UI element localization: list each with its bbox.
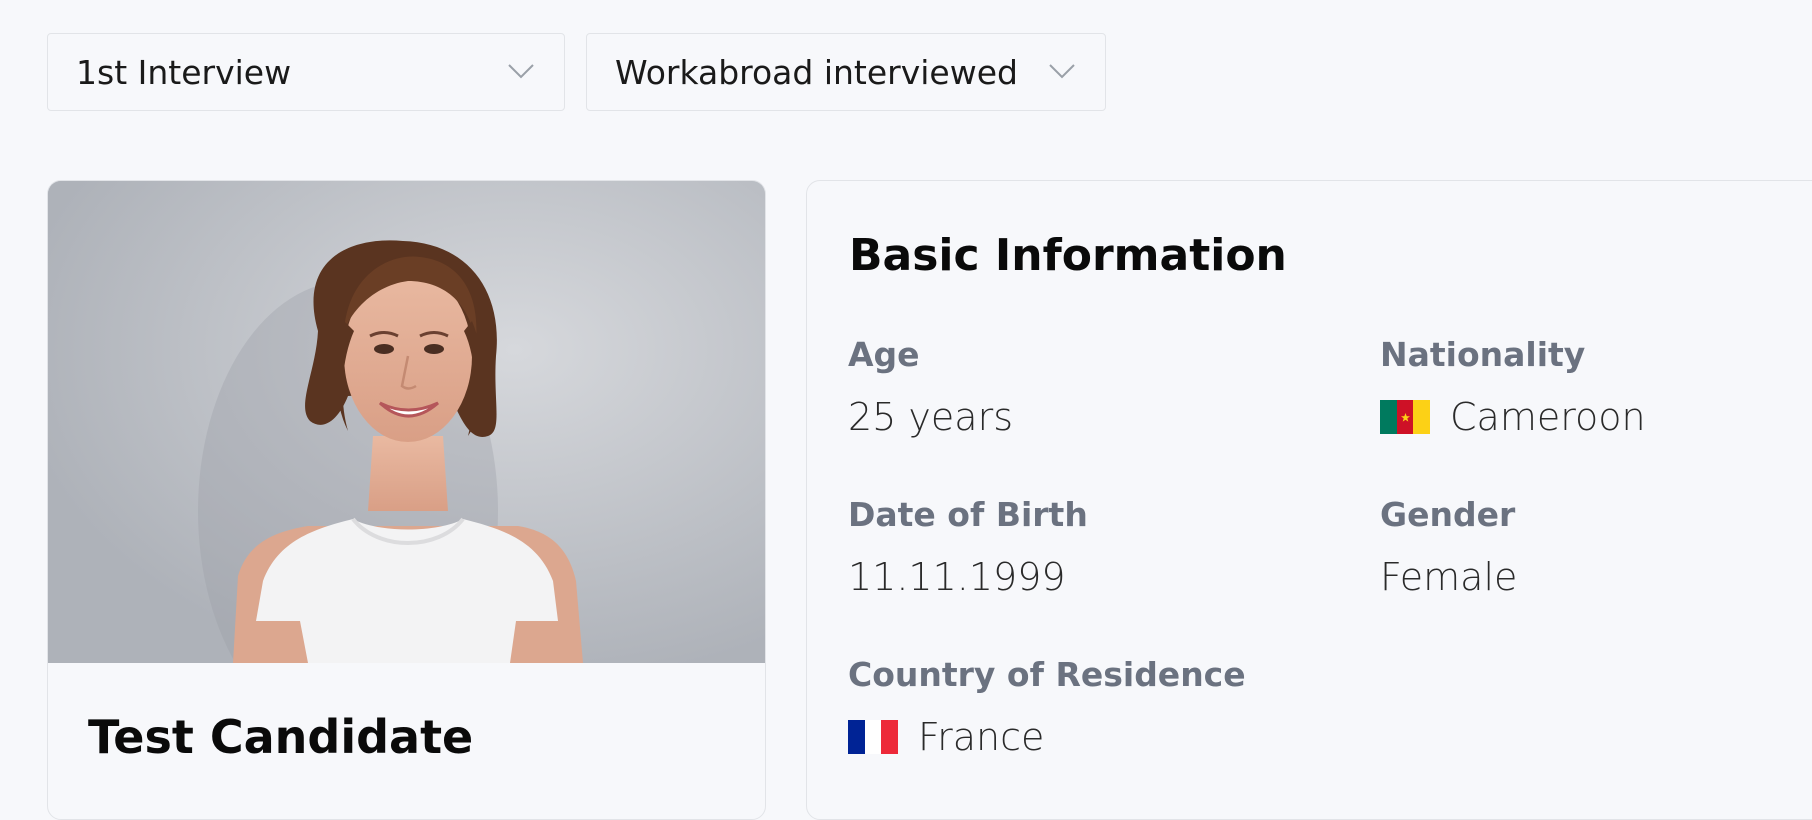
candidate-photo: [48, 181, 765, 663]
age-value: 25 years: [848, 395, 1014, 439]
stage-select-value: 1st Interview: [76, 53, 292, 92]
basic-information-card: Basic Information Age 25 years Nationali…: [806, 180, 1812, 820]
candidate-name: Test Candidate: [88, 710, 474, 764]
chevron-down-icon: [1049, 64, 1075, 79]
status-select[interactable]: Workabroad interviewed: [586, 33, 1106, 111]
gender-value: Female: [1380, 555, 1518, 599]
country-of-residence-value: France: [848, 715, 1044, 759]
nationality-text: Cameroon: [1450, 395, 1646, 439]
cameroon-flag-icon: [1380, 400, 1430, 434]
age-label: Age: [848, 335, 920, 374]
date-of-birth-value: 11.11.1999: [848, 555, 1066, 599]
status-select-value: Workabroad interviewed: [615, 53, 1018, 92]
country-of-residence-text: France: [918, 715, 1045, 759]
stage-select[interactable]: 1st Interview: [47, 33, 565, 111]
country-of-residence-label: Country of Residence: [848, 655, 1246, 694]
date-of-birth-label: Date of Birth: [848, 495, 1088, 534]
nationality-label: Nationality: [1380, 335, 1586, 374]
basic-information-title: Basic Information: [849, 230, 1287, 281]
gender-label: Gender: [1380, 495, 1516, 534]
france-flag-icon: [848, 720, 898, 754]
chevron-down-icon: [508, 64, 534, 79]
nationality-value: Cameroon: [1380, 395, 1646, 439]
candidate-card: Test Candidate: [47, 180, 766, 820]
